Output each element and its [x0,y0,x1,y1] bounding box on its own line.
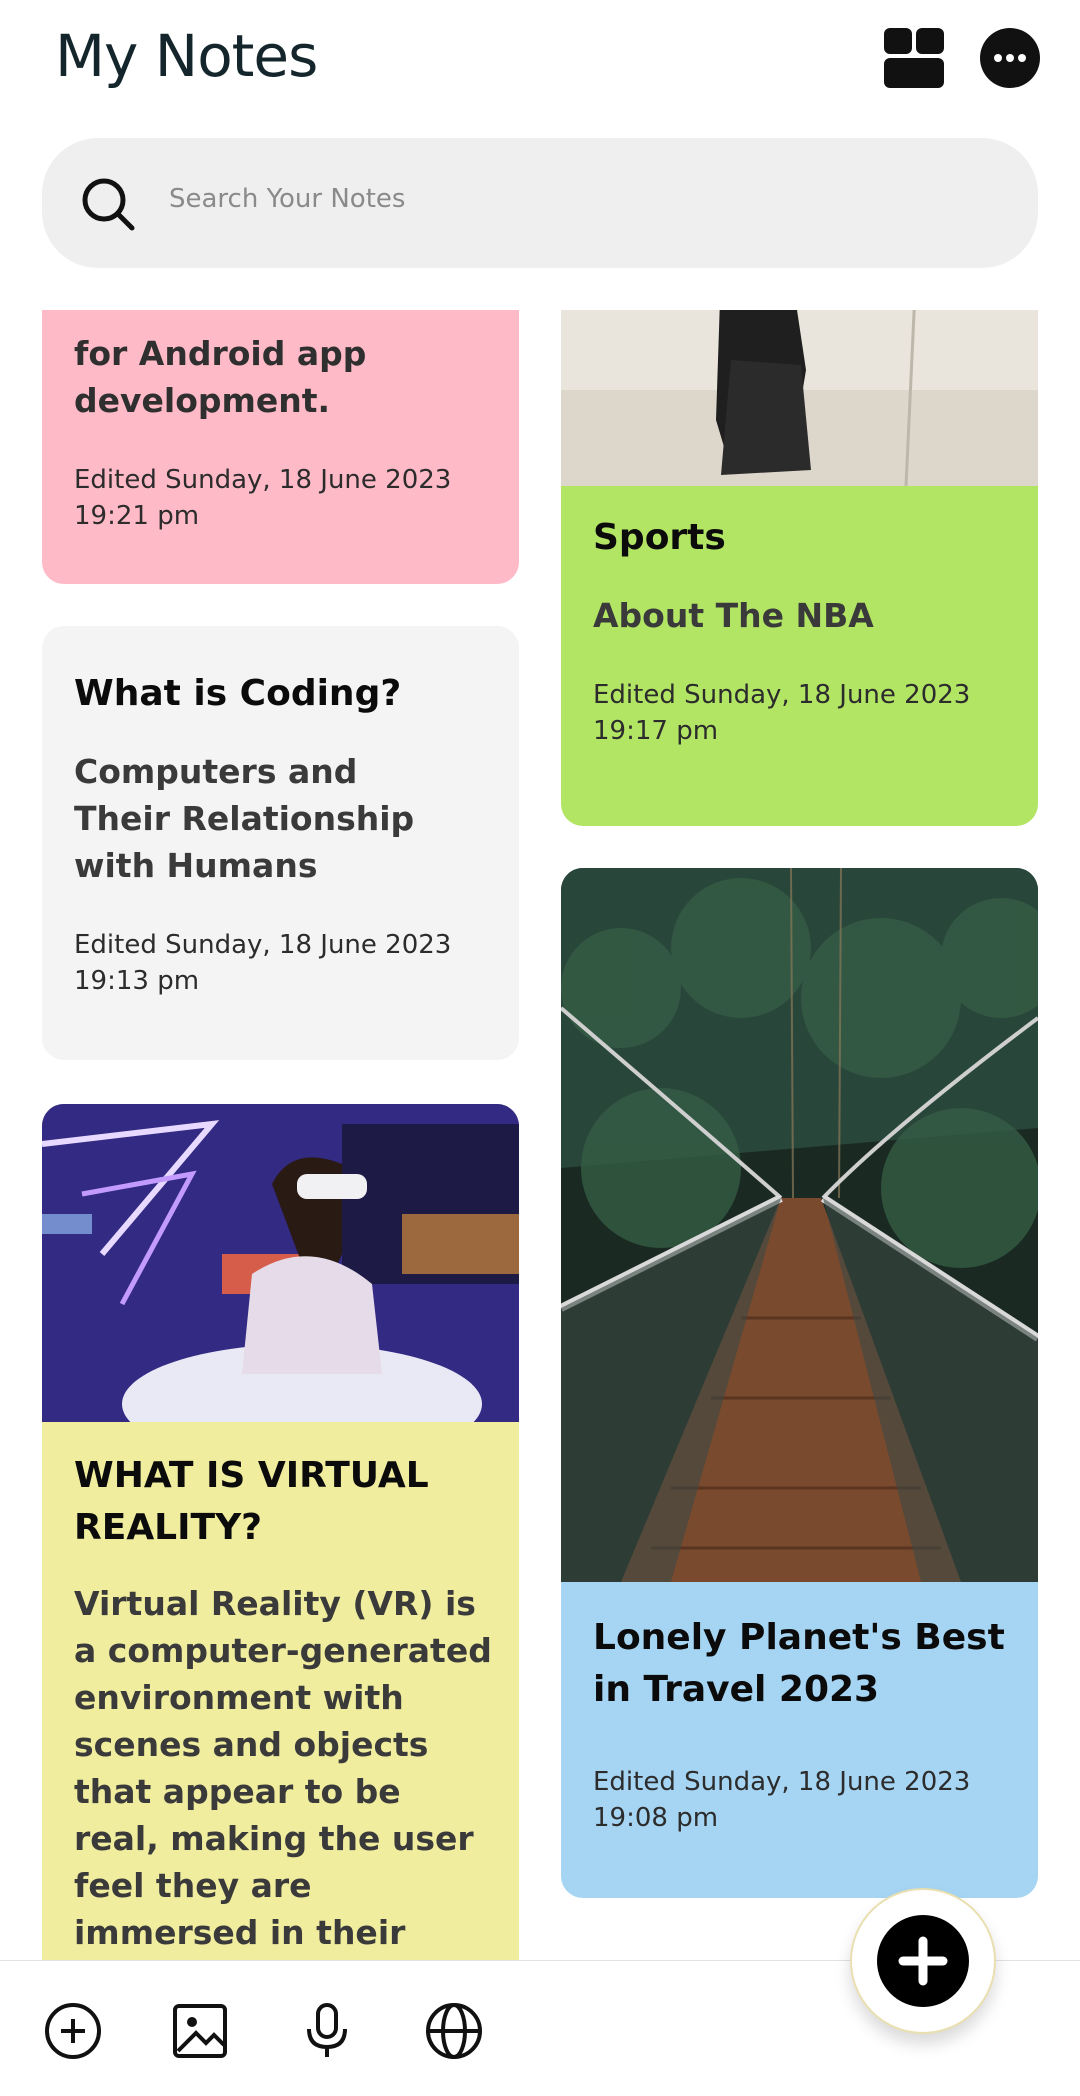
note-card-vr[interactable]: WHAT IS VIRTUAL REALITY? Virtual Reality… [42,1104,519,1960]
globe-icon[interactable] [424,2001,484,2061]
note-title: What is Coding? [74,673,402,714]
plus-icon [898,1936,948,1986]
search-icon [82,178,135,231]
note-card-travel[interactable]: Lonely Planet's Best in Travel 2023 Edit… [561,868,1038,1898]
app-title: My Notes [55,22,318,90]
notes-grid[interactable]: for Android app development. Edited Sund… [0,310,1080,1960]
search-input[interactable]: Search Your Notes [169,184,405,214]
app-header: My Notes [0,0,1080,130]
sports-photo [561,310,1038,486]
grid-view-icon[interactable] [884,28,944,88]
note-title: WHAT IS VIRTUAL REALITY? [74,1455,429,1548]
note-title: Sports [593,517,726,558]
vr-photo [42,1104,519,1422]
note-card-coding[interactable]: What is Coding? Computers and Their Rela… [42,626,519,1060]
note-body: Computers and Their Relationship with Hu… [74,752,415,885]
note-date: Edited Sunday, 18 June 2023 19:13 pm [74,930,452,996]
search-bar[interactable]: Search Your Notes [42,138,1038,268]
note-date: Edited Sunday, 18 June 2023 19:21 pm [74,465,452,531]
note-card-sports[interactable]: Sports About The NBA Edited Sunday, 18 J… [561,310,1038,826]
note-title: Lonely Planet's Best in Travel 2023 [593,1617,1005,1710]
image-icon[interactable] [170,2001,230,2061]
add-circle-icon[interactable] [43,2001,103,2061]
note-body: About The NBA [593,596,874,635]
note-body: Virtual Reality (VR) is a computer-gener… [74,1584,492,1952]
add-note-button[interactable] [877,1915,969,2007]
note-body: for Android app development. [74,334,367,420]
more-options-icon[interactable] [980,28,1040,88]
note-card-ide[interactable]: for Android app development. Edited Sund… [42,310,519,584]
note-date: Edited Sunday, 18 June 2023 19:17 pm [593,680,971,746]
note-date: Edited Sunday, 18 June 2023 19:08 pm [593,1767,971,1833]
travel-photo [561,868,1038,1582]
microphone-icon[interactable] [297,2001,357,2061]
